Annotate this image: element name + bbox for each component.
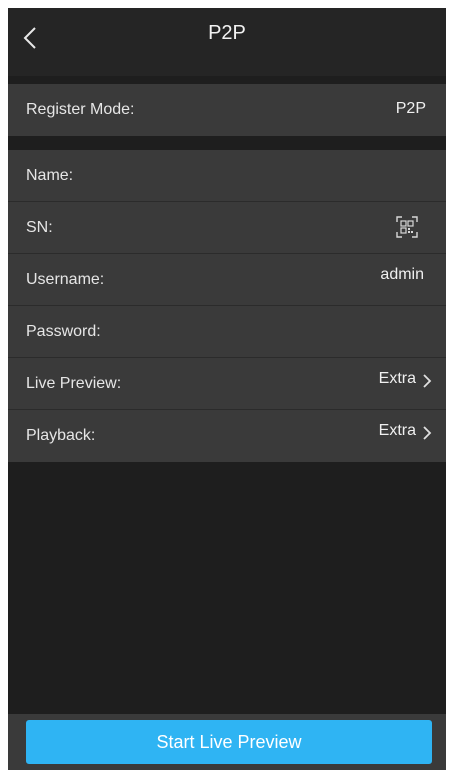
username-label: Username: [26,271,105,288]
name-row[interactable]: Name: [8,150,446,202]
username-value: admin [380,266,424,283]
chevron-right-icon [423,426,432,440]
register-section: Register Mode: P2P [8,84,446,136]
playback-row[interactable]: Playback: Extra [8,410,446,462]
bottom-bar: Start Live Preview [8,714,446,770]
password-row[interactable]: Password: [8,306,446,358]
sn-row[interactable]: SN: [8,202,446,254]
live-preview-value: Extra [378,370,416,387]
sn-label: SN: [26,219,53,236]
page-title: P2P [208,22,246,44]
playback-value: Extra [378,422,416,439]
device-fields-section: Name: SN: Username: admin Password: Live… [8,150,446,462]
app-screen: P2P Register Mode: P2P Name: SN: Usernam… [8,8,446,770]
live-preview-label: Live Preview: [26,375,122,392]
chevron-right-icon [423,374,432,388]
start-live-preview-button[interactable]: Start Live Preview [26,720,432,764]
password-label: Password: [26,323,101,340]
name-label: Name: [26,167,74,184]
register-mode-row[interactable]: Register Mode: P2P [8,84,446,136]
username-row[interactable]: Username: admin [8,254,446,306]
register-mode-value: P2P [395,100,426,117]
register-mode-label: Register Mode: [26,101,135,118]
playback-label: Playback: [26,427,96,444]
qr-code-scan-icon[interactable] [396,216,418,238]
live-preview-row[interactable]: Live Preview: Extra [8,358,446,410]
nav-bar: P2P [8,8,446,76]
